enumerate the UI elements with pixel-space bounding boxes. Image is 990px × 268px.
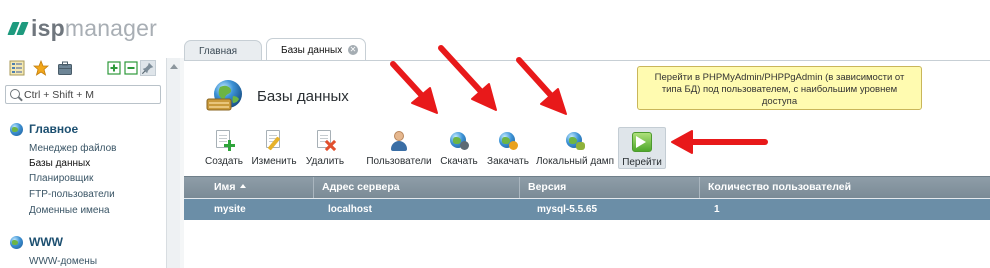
upload-icon <box>497 130 519 152</box>
go-button-tooltip: Перейти в PHPMyAdmin/PHPPgAdmin (в завис… <box>637 66 922 110</box>
globe-icon <box>10 122 23 136</box>
tree-view-icon[interactable] <box>9 60 25 76</box>
annotation-arrow-icon <box>390 61 438 114</box>
sidebar-splitter[interactable] <box>180 58 184 268</box>
logo: ispmanager <box>6 14 157 42</box>
sidebar-item-domain-names[interactable]: Доменные имена <box>29 205 110 216</box>
scroll-up-arrow-icon[interactable] <box>170 64 178 69</box>
cell-version: mysql-5.5.65 <box>537 204 598 215</box>
pin-icon[interactable] <box>140 60 156 76</box>
sidebar-item-www-domains[interactable]: WWW-домены <box>29 256 97 267</box>
tab-label: Главная <box>199 45 238 57</box>
column-header-version[interactable]: Версия <box>520 177 700 199</box>
annotation-arrow-icon <box>671 130 768 154</box>
sidebar-item-scheduler[interactable]: Планировщик <box>29 173 93 184</box>
app-window: ispmanager Ctrl + Shift + M Главное Мене… <box>0 0 990 268</box>
sidebar-group-title: Главное <box>29 122 79 136</box>
sidebar-item-ftp-users[interactable]: FTP-пользователи <box>29 189 115 200</box>
table-header: Имя Адрес сервера Версия Количество поль… <box>184 176 990 199</box>
sidebar-item-databases[interactable]: Базы данных <box>29 158 90 169</box>
go-label: Перейти <box>622 157 662 168</box>
sidebar-group-title: WWW <box>29 235 63 249</box>
download-label: Скачать <box>440 156 478 167</box>
create-icon <box>213 130 235 152</box>
edit-button[interactable]: Изменить <box>251 127 297 169</box>
users-label: Пользователи <box>366 156 432 167</box>
table-row[interactable]: mysite localhost mysql-5.5.65 1 <box>184 198 990 220</box>
local-dump-icon <box>564 130 586 152</box>
sidebar: Главное Менеджер файлов Базы данных План… <box>0 58 166 268</box>
logo-mark-icon <box>6 20 29 36</box>
collapse-all-icon[interactable] <box>123 60 139 76</box>
delete-label: Удалить <box>305 156 345 167</box>
users-icon <box>388 130 410 152</box>
upload-button[interactable]: Закачать <box>486 127 530 169</box>
users-button[interactable]: Пользователи <box>365 127 433 169</box>
databases-table: Имя Адрес сервера Версия Количество поль… <box>184 176 990 220</box>
column-header-server[interactable]: Адрес сервера <box>314 177 520 199</box>
search-input[interactable] <box>24 87 158 102</box>
tab-underline <box>184 60 990 61</box>
go-arrow-icon <box>631 131 653 153</box>
delete-button[interactable]: Удалить <box>304 127 346 169</box>
annotation-arrow-icon <box>516 57 567 115</box>
sidebar-toolbar <box>0 58 166 80</box>
local-dump-button[interactable]: Локальный дамп <box>535 127 615 169</box>
upload-label: Закачать <box>487 156 529 167</box>
tab-bar: Главная Базы данных ✕ <box>184 36 990 61</box>
delete-icon <box>314 130 336 152</box>
create-label: Создать <box>204 156 243 167</box>
sidebar-group-www[interactable]: WWW <box>10 234 63 250</box>
column-header-name[interactable]: Имя <box>184 177 314 199</box>
cell-server: localhost <box>328 204 372 215</box>
search-icon <box>10 89 20 99</box>
create-button[interactable]: Создать <box>204 127 244 169</box>
cell-users-count: 1 <box>714 204 720 215</box>
sidebar-search[interactable] <box>5 85 161 104</box>
sort-ascending-icon <box>240 184 247 189</box>
local-dump-label: Локальный дамп <box>535 156 615 167</box>
expand-all-icon[interactable] <box>106 60 122 76</box>
briefcase-icon[interactable] <box>57 60 73 76</box>
close-tab-icon[interactable]: ✕ <box>348 45 358 55</box>
logo-text: manager <box>64 14 158 41</box>
column-header-users-count[interactable]: Количество пользователей <box>700 177 990 199</box>
tab-databases[interactable]: Базы данных ✕ <box>266 38 366 61</box>
edit-icon <box>263 130 285 152</box>
globe-icon <box>10 235 23 249</box>
database-globe-icon <box>206 80 242 111</box>
tab-home[interactable]: Главная <box>184 40 262 61</box>
sidebar-scrollbar[interactable] <box>166 58 180 268</box>
logo-bold-text: isp <box>31 14 65 41</box>
go-button[interactable]: Перейти <box>618 127 666 169</box>
cell-name: mysite <box>214 204 246 215</box>
edit-label: Изменить <box>251 156 297 167</box>
page-title: Базы данных <box>257 88 349 105</box>
download-icon <box>448 130 470 152</box>
star-icon[interactable] <box>33 60 49 76</box>
tab-label: Базы данных <box>281 44 343 56</box>
download-button[interactable]: Скачать <box>439 127 479 169</box>
sidebar-group-main[interactable]: Главное <box>10 121 78 137</box>
sidebar-item-file-manager[interactable]: Менеджер файлов <box>29 143 117 154</box>
